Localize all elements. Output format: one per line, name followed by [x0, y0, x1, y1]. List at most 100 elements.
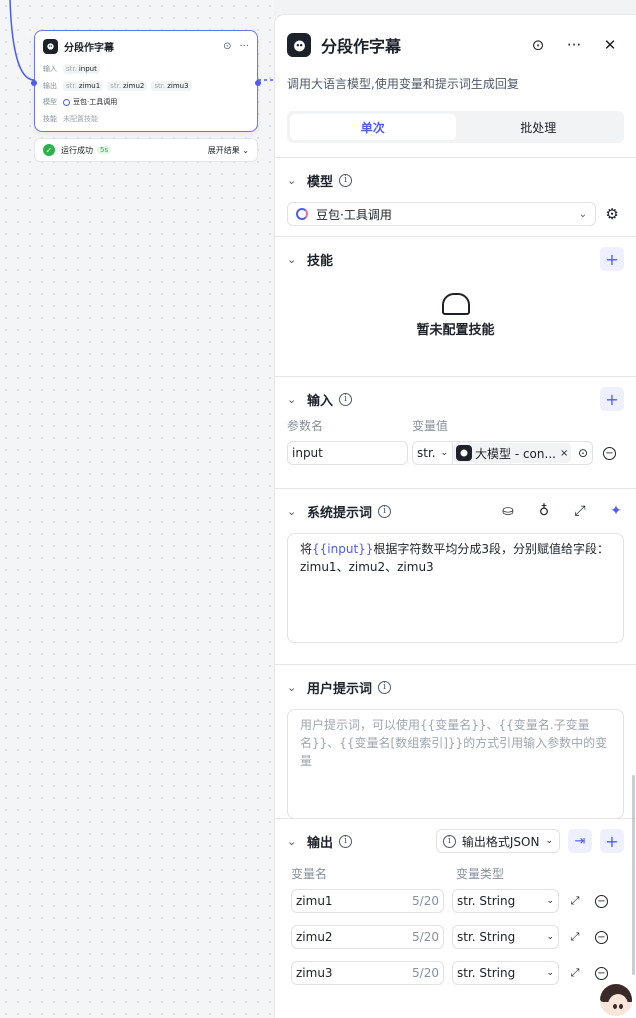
input-section: ⌄ 输入 i + 参数名 变量值 input str. ⌄ 大模型 - con..… [275, 376, 636, 488]
llm-panel-icon [287, 33, 311, 57]
add-skill-button[interactable]: + [600, 247, 624, 271]
panel-title: 分段作字幕 [321, 37, 402, 56]
mode-tabs: 单次 批处理 [287, 111, 624, 143]
output-name-input[interactable]: zimu1 5/20 [291, 889, 444, 913]
more-icon[interactable]: ··· [239, 41, 249, 52]
node-model-label: 模型 [43, 98, 57, 107]
collapse-chevron-icon[interactable]: ⌄ [287, 835, 307, 848]
expand-icon[interactable]: ⤢ [565, 966, 585, 980]
tab-single[interactable]: 单次 [290, 114, 456, 140]
panel-scrollbar[interactable] [632, 775, 635, 975]
node-output-label: 输出 [43, 81, 57, 90]
target-icon[interactable]: ⊙ [578, 446, 592, 460]
expand-result-button[interactable]: 展开结果 ⌄ [208, 145, 249, 156]
info-icon[interactable]: i [378, 504, 392, 518]
tab-batch[interactable]: 批处理 [456, 114, 622, 140]
model-logo-icon [63, 98, 70, 106]
remove-ref-icon[interactable]: × [560, 448, 568, 459]
info-icon[interactable]: i [339, 834, 353, 848]
output-row: zimu2 5/20 str. String ⌄ ⤢ − [287, 919, 624, 955]
collapse-chevron-icon[interactable]: ⌄ [287, 505, 307, 518]
collapse-chevron-icon[interactable]: ⌄ [287, 253, 307, 266]
expand-icon[interactable]: ⤢ [565, 930, 585, 944]
add-input-button[interactable]: + [600, 387, 624, 411]
run-time-badge: 5s [97, 146, 112, 154]
skills-section-title: 技能 [307, 253, 334, 269]
panel-description: 调用大语言模型,使用变量和提示词生成回复 [287, 77, 519, 91]
node-output-tag: str. zimu3 [151, 80, 192, 91]
output-section: ⌄ 输出 i i 输出格式JSON ⌄ ⇥ + 变量名 变量类型 zimu1 5/… [275, 818, 636, 1018]
remove-input-icon[interactable]: − [603, 446, 616, 460]
node-title: 分段作字幕 [64, 42, 114, 54]
system-prompt-editor[interactable]: 将{{input}}根据字符数平均分成3段，分别赋值给字段：zimu1、zimu… [287, 533, 624, 643]
info-icon: i [442, 834, 456, 848]
remove-output-icon[interactable]: − [595, 894, 608, 908]
output-format-select[interactable]: i 输出格式JSON ⌄ [435, 829, 560, 853]
llm-node-icon [43, 38, 58, 54]
param-name-header: 参数名 [287, 418, 324, 433]
info-icon[interactable]: i [378, 680, 392, 694]
fullscreen-icon[interactable]: ⤢ [572, 503, 588, 519]
prompt-library-icon[interactable]: ⛀ [500, 503, 516, 519]
param-name-input[interactable]: input [287, 441, 408, 465]
node-output-port[interactable] [255, 80, 261, 86]
node-skill-value: 未配置技能 [63, 114, 98, 123]
remove-output-icon[interactable]: − [595, 966, 608, 980]
reference-chip[interactable]: 大模型 - con... × [453, 443, 572, 463]
user-prompt-section: ⌄ 用户提示词 i 用户提示词，可以使用{{变量名}}、{{变量名.子变量名}}… [275, 664, 636, 819]
output-type-select[interactable]: str. String ⌄ [452, 889, 559, 913]
remove-output-icon[interactable]: − [595, 930, 608, 944]
model-select[interactable]: 豆包·工具调用 ⌄ [287, 202, 597, 226]
chevron-down-icon: ⌄ [578, 208, 588, 220]
workflow-canvas[interactable]: 分段作字幕 ⊙ ··· 输入 str. input 输出 str. zimu1 st… [0, 0, 274, 1018]
user-prompt-editor[interactable]: 用户提示词，可以使用{{变量名}}、{{变量名.子变量名}}、{{变量名[数组索… [287, 709, 624, 819]
node-output-tag: str. zimu1 [63, 80, 104, 91]
node-input-label: 输入 [43, 65, 57, 74]
node-model-value: 豆包·工具调用 [73, 98, 118, 107]
run-status-text: 运行成功 [61, 145, 93, 155]
close-icon[interactable]: ✕ [598, 36, 622, 54]
gear-icon[interactable]: ⚙ [600, 205, 624, 223]
skills-empty-text: 暂未配置技能 [416, 323, 495, 338]
input-section-title: 输入 [307, 393, 334, 409]
chevron-down-icon: ⌄ [545, 836, 553, 846]
node-output-tag: str. zimu2 [107, 80, 148, 91]
more-options-icon[interactable]: ··· [562, 36, 586, 54]
user-prompt-title: 用户提示词 [307, 681, 373, 697]
model-section: ⌄ 模型 i 豆包·工具调用 ⌄ ⚙ [275, 157, 636, 236]
import-json-button[interactable]: ⇥ [568, 829, 592, 853]
model-select-value: 豆包·工具调用 [316, 207, 392, 222]
llm-node-card[interactable]: 分段作字幕 ⊙ ··· 输入 str. input 输出 str. zimu1 st… [31, 30, 261, 132]
collapse-chevron-icon[interactable]: ⌄ [287, 393, 307, 406]
type-select[interactable]: str. ⌄ [413, 442, 453, 464]
var-value-field[interactable]: str. ⌄ 大模型 - con... × ⊙ [412, 441, 593, 465]
prompt-variable: {{input}} [312, 542, 374, 556]
success-check-icon: ✓ [43, 144, 55, 156]
node-input-port[interactable] [31, 80, 37, 86]
empty-box-icon [441, 293, 470, 315]
model-section-title: 模型 [307, 174, 334, 190]
output-name-input[interactable]: zimu2 5/20 [291, 925, 444, 949]
output-row: zimu3 5/20 str. String ⌄ ⤢ − [287, 955, 624, 991]
output-type-select[interactable]: str. String ⌄ [452, 961, 559, 985]
node-input-tag: str. input [63, 64, 100, 75]
run-status-bar: ✓ 运行成功 5s 展开结果 ⌄ [34, 138, 258, 162]
output-row: zimu1 5/20 str. String ⌄ ⤢ − [287, 883, 624, 919]
var-type-header: 变量类型 [456, 866, 505, 881]
var-value-header: 变量值 [412, 418, 449, 433]
node-config-panel: 分段作字幕 ⊙ ··· ✕ 调用大语言模型,使用变量和提示词生成回复 单次 批处… [274, 14, 636, 1018]
expand-icon[interactable]: ⤢ [565, 894, 585, 908]
add-output-button[interactable]: + [600, 829, 624, 853]
output-name-input[interactable]: zimu3 5/20 [291, 961, 444, 985]
ai-sparkle-icon[interactable]: ✦ [608, 503, 624, 519]
assistant-avatar[interactable] [598, 982, 634, 1018]
output-section-title: 输出 [307, 835, 334, 851]
run-node-icon[interactable]: ⊙ [223, 41, 231, 52]
run-icon[interactable]: ⊙ [526, 36, 550, 54]
collapse-chevron-icon[interactable]: ⌄ [287, 681, 307, 694]
collapse-chevron-icon[interactable]: ⌄ [287, 174, 307, 187]
info-icon[interactable]: i [339, 392, 353, 406]
info-icon[interactable]: i [339, 173, 353, 187]
output-type-select[interactable]: str. String ⌄ [452, 925, 559, 949]
lightbulb-icon[interactable]: ♁ [536, 503, 552, 519]
